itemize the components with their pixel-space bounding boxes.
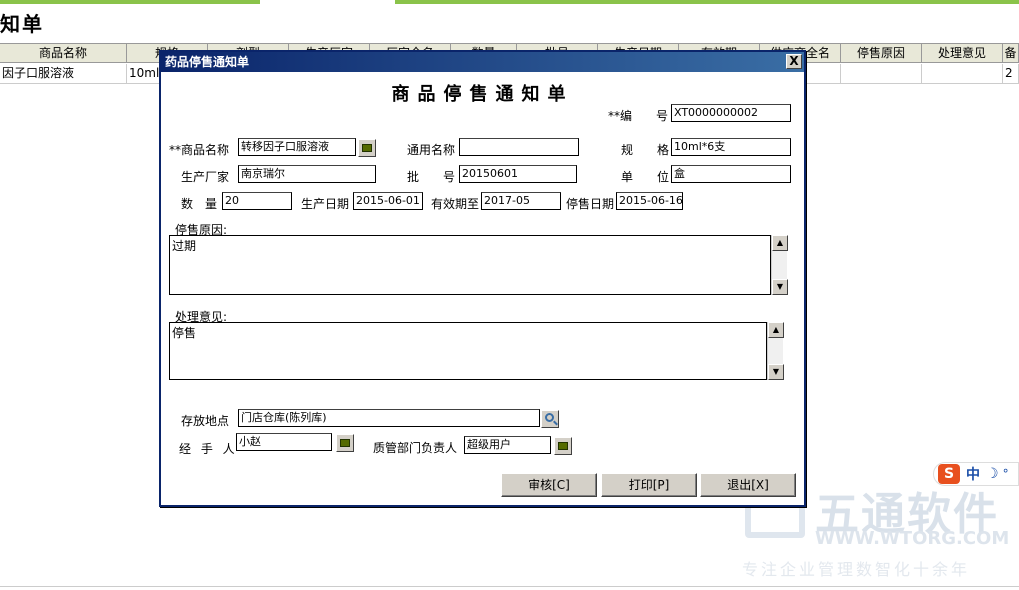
- exit-button[interactable]: 退出[X]: [700, 473, 796, 497]
- print-button[interactable]: 打印[P]: [601, 473, 697, 497]
- form-title: 商品停售通知单: [391, 84, 574, 105]
- batch-label: 批 号: [407, 170, 456, 184]
- opinion-scrollbar[interactable]: ▲ ▼: [767, 322, 784, 380]
- product-name-label: **商品名称: [169, 143, 230, 157]
- reason-scrollbar[interactable]: ▲ ▼: [771, 235, 788, 295]
- prod-date-field[interactable]: 2015-06-01: [353, 192, 423, 210]
- reason-textarea[interactable]: 过期: [169, 235, 771, 295]
- page-title: 知单: [0, 12, 44, 36]
- opinion-textarea[interactable]: 停售: [169, 322, 767, 380]
- unit-label: 单 位: [621, 170, 670, 184]
- picker-icon: [340, 439, 350, 447]
- stop-sale-dialog: 药品停售通知单 X 商品停售通知单 **编 号 XT0000000002 **商…: [159, 50, 806, 507]
- table-cell: [841, 64, 922, 83]
- expiry-label: 有效期至: [431, 197, 480, 211]
- batch-field[interactable]: 20150601: [459, 165, 577, 183]
- moon-icon[interactable]: ☽: [986, 466, 999, 482]
- picker-icon: [362, 144, 372, 152]
- top-accent-bar-right: [395, 0, 1019, 4]
- approve-button[interactable]: 审核[C]: [501, 473, 597, 497]
- qty-label: 数 量: [181, 197, 218, 211]
- expiry-field[interactable]: 2017-05: [481, 192, 561, 210]
- storage-search-button[interactable]: [541, 410, 559, 428]
- handler-pick-button[interactable]: [336, 434, 354, 452]
- generic-name-field[interactable]: [459, 138, 579, 156]
- storage-field[interactable]: 门店仓库(陈列库): [238, 409, 540, 427]
- top-accent-bar-left: [0, 0, 260, 4]
- dialog-title: 药品停售通知单: [165, 55, 250, 69]
- qty-field[interactable]: 20: [222, 192, 292, 210]
- generic-name-label: 通用名称: [407, 143, 456, 157]
- table-cell: 因子口服溶液: [0, 64, 127, 83]
- stop-date-label: 停售日期: [566, 197, 615, 211]
- handler-label: 经 手 人: [179, 442, 238, 456]
- ime-logo-icon[interactable]: S: [938, 464, 960, 484]
- dialog-titlebar[interactable]: 药品停售通知单 X: [161, 52, 804, 72]
- scroll-down-icon[interactable]: ▼: [772, 279, 788, 295]
- ime-mode-toggle[interactable]: 中: [966, 464, 980, 484]
- spec-label: 规 格: [621, 143, 670, 157]
- scroll-up-icon[interactable]: ▲: [772, 235, 788, 251]
- column-header[interactable]: 停售原因: [841, 44, 922, 62]
- scroll-up-icon[interactable]: ▲: [768, 322, 784, 338]
- picker-icon: [558, 442, 568, 450]
- ime-toolbar[interactable]: S 中 ☽ °: [933, 462, 1019, 486]
- manufacturer-label: 生产厂家: [181, 170, 230, 184]
- qa-field[interactable]: 超级用户: [464, 436, 551, 454]
- watermark-url: WWW.WTORG.COM: [815, 528, 1010, 549]
- product-name-field[interactable]: 转移因子口服溶液: [238, 138, 356, 156]
- table-cell: [922, 64, 1003, 83]
- column-header[interactable]: 商品名称: [0, 44, 127, 62]
- qa-pick-button[interactable]: [554, 437, 572, 455]
- table-cell: 2: [1003, 64, 1019, 83]
- storage-label: 存放地点: [181, 414, 230, 428]
- stop-date-field[interactable]: 2015-06-16: [616, 192, 683, 210]
- column-header[interactable]: 处理意见: [922, 44, 1003, 62]
- column-header[interactable]: 备: [1003, 44, 1019, 62]
- divider: [0, 586, 1019, 587]
- unit-field[interactable]: 盒: [671, 165, 791, 183]
- code-label: **编 号: [608, 109, 669, 123]
- handler-field[interactable]: 小赵: [236, 433, 332, 451]
- prod-date-label: 生产日期: [301, 197, 350, 211]
- code-field[interactable]: XT0000000002: [671, 104, 791, 122]
- watermark-slogan: 专注企业管理数智化十余年: [742, 560, 971, 579]
- manufacturer-field[interactable]: 南京瑞尔: [238, 165, 376, 183]
- scroll-down-icon[interactable]: ▼: [768, 364, 784, 380]
- product-pick-button[interactable]: [358, 139, 376, 157]
- qa-label: 质管部门负责人: [373, 441, 458, 455]
- punctuation-icon[interactable]: °: [1003, 467, 1009, 481]
- spec-field[interactable]: 10ml*6支: [671, 138, 791, 156]
- close-button[interactable]: X: [786, 54, 802, 69]
